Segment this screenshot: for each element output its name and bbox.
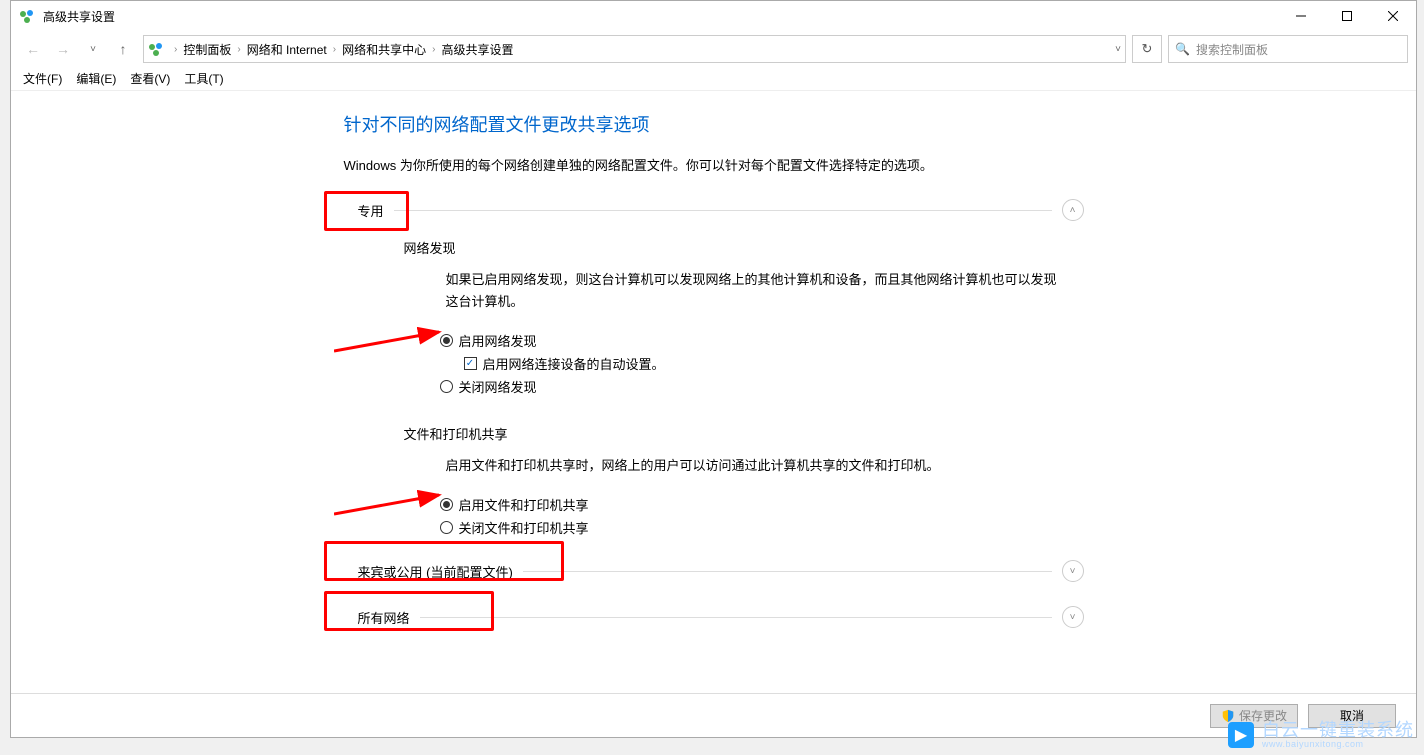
- radio-disable-discovery[interactable]: 关闭网络发现: [440, 377, 1084, 396]
- search-icon: 🔍: [1175, 42, 1190, 56]
- titlebar: 高级共享设置: [11, 1, 1416, 31]
- file-printer-sharing-title: 文件和打印机共享: [404, 424, 1084, 443]
- menu-tools[interactable]: 工具(T): [184, 70, 223, 87]
- profile-guest-header[interactable]: 来宾或公用 (当前配置文件) ˅: [344, 555, 1084, 587]
- network-discovery-desc: 如果已启用网络发现，则这台计算机可以发现网络上的其他计算机和设备，而且其他网络计…: [344, 269, 1084, 313]
- page-desc: Windows 为你所使用的每个网络创建单独的网络配置文件。你可以针对每个配置文…: [344, 155, 1084, 174]
- profile-all-label: 所有网络: [344, 608, 410, 627]
- menubar: 文件(F) 编辑(E) 查看(V) 工具(T): [11, 67, 1416, 91]
- window-title: 高级共享设置: [43, 8, 1278, 25]
- chevron-right-icon: ›: [428, 44, 439, 55]
- checkbox-auto-setup[interactable]: ✓ 启用网络连接设备的自动设置。: [440, 354, 1084, 373]
- nav-forward-button[interactable]: →: [49, 35, 77, 63]
- app-icon: [19, 8, 35, 24]
- watermark-url: www.baiyunxitong.com: [1262, 739, 1414, 749]
- navbar: ← → ˅ ↑ › 控制面板 › 网络和 Internet › 网络和共享中心 …: [11, 31, 1416, 67]
- breadcrumb-control-panel[interactable]: 控制面板: [181, 41, 233, 58]
- profile-guest-label: 来宾或公用 (当前配置文件): [344, 562, 513, 581]
- chevron-right-icon: ›: [329, 44, 340, 55]
- address-bar[interactable]: › 控制面板 › 网络和 Internet › 网络和共享中心 › 高级共享设置…: [143, 35, 1126, 63]
- chevron-right-icon: ›: [233, 44, 244, 55]
- radio-icon: [440, 380, 453, 393]
- checkbox-icon: ✓: [464, 357, 477, 370]
- breadcrumb-advanced-sharing[interactable]: 高级共享设置: [439, 41, 515, 58]
- chevron-up-icon[interactable]: ˄: [1062, 199, 1084, 221]
- chevron-down-icon[interactable]: ˅: [1062, 560, 1084, 582]
- watermark-logo-icon: ▶: [1228, 722, 1254, 748]
- network-discovery-title: 网络发现: [404, 238, 1084, 257]
- menu-edit[interactable]: 编辑(E): [76, 70, 116, 87]
- breadcrumb-network-internet[interactable]: 网络和 Internet: [245, 41, 329, 58]
- minimize-button[interactable]: [1278, 1, 1324, 31]
- window-buttons: [1278, 1, 1416, 31]
- radio-icon: [440, 498, 453, 511]
- nav-recent-button[interactable]: ˅: [79, 35, 107, 63]
- radio-icon: [440, 521, 453, 534]
- profile-private-label: 专用: [344, 201, 384, 220]
- refresh-button[interactable]: ↻: [1132, 35, 1162, 63]
- nav-up-button[interactable]: ↑: [109, 35, 137, 63]
- radio-enable-sharing[interactable]: 启用文件和打印机共享: [440, 495, 1084, 514]
- profile-all-header[interactable]: 所有网络 ˅: [344, 601, 1084, 633]
- search-input[interactable]: 🔍 搜索控制面板: [1168, 35, 1408, 63]
- page-title: 针对不同的网络配置文件更改共享选项: [344, 111, 1084, 137]
- radio-enable-discovery[interactable]: 启用网络发现: [440, 331, 1084, 350]
- address-app-icon: [148, 41, 164, 57]
- chevron-down-icon[interactable]: ˅: [1062, 606, 1084, 628]
- address-dropdown-icon[interactable]: ˅: [1115, 44, 1121, 55]
- radio-disable-sharing[interactable]: 关闭文件和打印机共享: [440, 518, 1084, 537]
- radio-icon: [440, 334, 453, 347]
- search-placeholder: 搜索控制面板: [1196, 41, 1268, 58]
- menu-file[interactable]: 文件(F): [23, 70, 62, 87]
- watermark-text: 白云一键重装系统: [1262, 721, 1414, 739]
- window: 高级共享设置 ← → ˅ ↑ › 控制面板 › 网络和 Internet › 网…: [10, 0, 1417, 738]
- breadcrumb-sharing-center[interactable]: 网络和共享中心: [340, 41, 428, 58]
- maximize-button[interactable]: [1324, 1, 1370, 31]
- menu-view[interactable]: 查看(V): [130, 70, 170, 87]
- file-printer-sharing-desc: 启用文件和打印机共享时，网络上的用户可以访问通过此计算机共享的文件和打印机。: [344, 455, 1084, 477]
- content-area: 针对不同的网络配置文件更改共享选项 Windows 为你所使用的每个网络创建单独…: [11, 91, 1416, 693]
- chevron-right-icon: ›: [170, 44, 181, 55]
- profile-private-header[interactable]: 专用 ˄: [344, 194, 1084, 226]
- footer: 保存更改 取消: [11, 693, 1416, 737]
- close-button[interactable]: [1370, 1, 1416, 31]
- nav-back-button[interactable]: ←: [19, 35, 47, 63]
- watermark: ▶ 白云一键重装系统 www.baiyunxitong.com: [1228, 721, 1414, 749]
